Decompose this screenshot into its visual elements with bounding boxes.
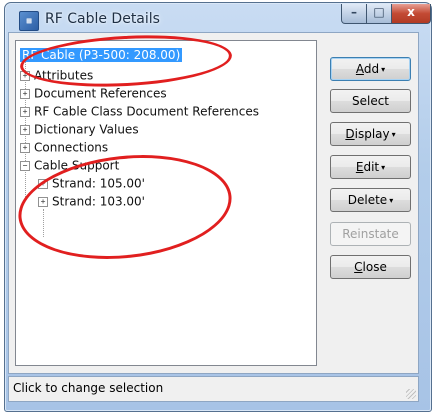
expand-toggle-icon[interactable]: +	[20, 124, 30, 135]
add-button[interactable]: Add ▾	[330, 57, 411, 81]
tree-node-document-references[interactable]: + Document References	[20, 85, 167, 101]
minimize-button[interactable]: –	[341, 4, 367, 24]
dialog-body: RF Cable (P3-500: 208.00) + Attributes + D…	[8, 32, 419, 374]
dropdown-caret-icon: ▾	[389, 196, 394, 205]
expand-toggle-icon[interactable]: +	[38, 178, 48, 189]
status-bar: Click to change selection	[8, 376, 419, 402]
close-window-button[interactable]: x	[391, 4, 431, 24]
close-mnemonic: C	[354, 260, 363, 274]
close-label-rest: lose	[362, 260, 387, 274]
edit-button[interactable]: Edit ▾	[330, 155, 411, 179]
close-button[interactable]: Close	[330, 255, 411, 279]
tree-guide-line	[43, 209, 44, 237]
details-tree[interactable]: RF Cable (P3-500: 208.00) + Attributes + D…	[15, 40, 317, 366]
tree-node-strand-1[interactable]: + Strand: 105.00'	[38, 175, 145, 191]
delete-button[interactable]: Delete ▾	[330, 188, 411, 212]
tree-root-node[interactable]: RF Cable (P3-500: 208.00)	[20, 46, 183, 62]
tree-root-label[interactable]: RF Cable (P3-500: 208.00)	[20, 47, 183, 62]
dropdown-caret-icon: ▾	[381, 163, 386, 172]
dropdown-caret-icon: ▾	[381, 65, 386, 74]
expand-toggle-icon[interactable]: +	[20, 106, 30, 117]
reinstate-button[interactable]: Reinstate	[330, 222, 411, 246]
expand-toggle-icon[interactable]: +	[20, 70, 30, 81]
expand-toggle-icon[interactable]: +	[38, 196, 48, 207]
app-icon: ▦	[19, 11, 39, 31]
add-label-rest: dd	[363, 62, 380, 76]
add-mnemonic: A	[355, 62, 364, 76]
tree-node-attributes[interactable]: + Attributes	[20, 67, 93, 83]
display-mnemonic: D	[345, 127, 355, 141]
tree-node-connections[interactable]: + Connections	[20, 139, 108, 155]
tree-node-cable-support[interactable]: − Cable Support	[20, 157, 119, 173]
maximize-button[interactable]: □	[366, 4, 392, 24]
select-button[interactable]: Select	[330, 89, 411, 113]
expand-toggle-icon[interactable]: +	[20, 88, 30, 99]
status-text: Click to change selection	[13, 381, 164, 395]
collapse-toggle-icon[interactable]: −	[20, 160, 30, 171]
dropdown-caret-icon: ▾	[391, 130, 396, 139]
display-label-rest: isplay	[354, 127, 390, 141]
tree-node-strand-2[interactable]: + Strand: 103.00'	[38, 193, 145, 209]
expand-toggle-icon[interactable]: +	[20, 142, 30, 153]
tree-node-rf-cable-class-document-references[interactable]: + RF Cable Class Document References	[20, 103, 259, 119]
display-button[interactable]: Display ▾	[330, 122, 411, 146]
window-title: RF Cable Details	[45, 11, 160, 27]
resize-grip-icon[interactable]	[406, 389, 416, 399]
edit-label-rest: dit	[363, 160, 380, 174]
delete-label: Delete	[347, 193, 388, 207]
tree-node-dictionary-values[interactable]: + Dictionary Values	[20, 121, 139, 137]
